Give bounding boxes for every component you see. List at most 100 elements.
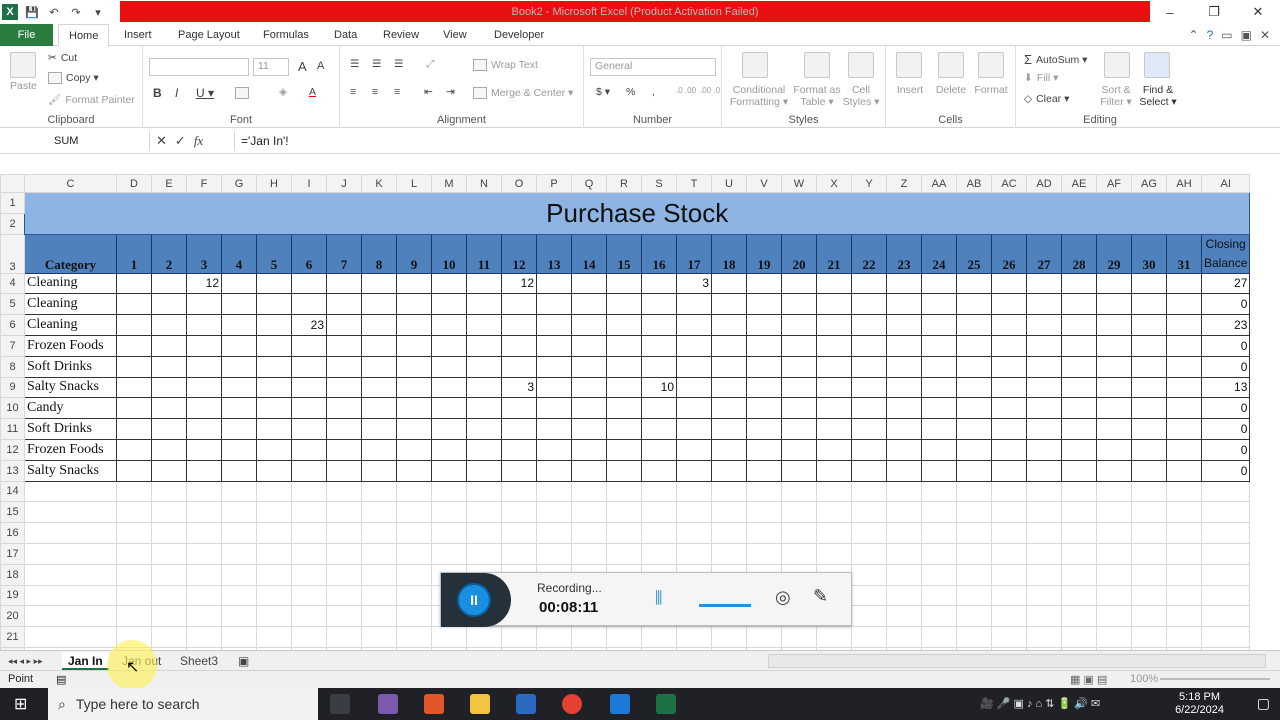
empty-cell[interactable] (781, 480, 817, 503)
day-value-cell[interactable] (1096, 314, 1132, 336)
excel-taskbar-icon[interactable] (656, 694, 676, 714)
day-value-cell[interactable] (536, 418, 572, 440)
day-value-cell[interactable] (571, 418, 607, 440)
empty-cell[interactable] (221, 626, 257, 648)
empty-cell[interactable] (1096, 522, 1132, 544)
empty-cell[interactable] (536, 542, 572, 565)
italic-button[interactable]: I (175, 86, 178, 100)
day-value-cell[interactable] (1131, 459, 1167, 482)
day-value-cell[interactable] (536, 459, 572, 482)
column-header[interactable]: F (186, 174, 222, 193)
empty-cell[interactable] (746, 542, 782, 565)
day-value-cell[interactable] (606, 376, 642, 399)
day-value-cell[interactable] (606, 334, 642, 357)
empty-cell[interactable] (1026, 542, 1062, 565)
closing-balance-header[interactable]: Closing Balance (1200, 233, 1251, 274)
empty-cell[interactable] (361, 542, 397, 565)
empty-cell[interactable] (1131, 501, 1167, 524)
day-value-cell[interactable] (221, 355, 257, 378)
day-value-cell[interactable] (431, 459, 467, 482)
empty-cell[interactable] (956, 501, 992, 524)
empty-cell[interactable] (431, 522, 467, 544)
empty-cell[interactable] (1166, 480, 1202, 503)
webcam-icon[interactable]: ◎ (775, 587, 791, 608)
day-value-cell[interactable] (921, 459, 957, 482)
empty-cell[interactable] (1131, 605, 1167, 628)
recorder-app-icon[interactable] (610, 694, 630, 714)
day-value-cell[interactable] (746, 459, 782, 482)
day-header[interactable]: 10 (431, 233, 467, 274)
undo-icon[interactable]: ↶ (46, 4, 62, 20)
empty-cell[interactable] (536, 522, 572, 544)
empty-cell[interactable] (186, 626, 222, 648)
sheet-title[interactable]: Purchase Stock (23, 192, 1251, 235)
day-value-cell[interactable] (466, 418, 502, 440)
empty-cell[interactable] (396, 584, 432, 607)
empty-cell[interactable] (606, 626, 642, 648)
day-value-cell[interactable] (151, 376, 187, 399)
conditional-formatting-button[interactable]: Conditional Formatting ▾ (724, 84, 794, 108)
minimize-button[interactable]: – (1148, 0, 1192, 24)
macro-record-icon[interactable]: ▤ (56, 673, 66, 686)
empty-cell[interactable] (24, 542, 117, 565)
day-value-cell[interactable] (641, 418, 677, 440)
new-sheet-icon[interactable]: ▣ (232, 652, 255, 670)
day-value-cell[interactable] (991, 334, 1027, 357)
day-value-cell[interactable] (466, 376, 502, 399)
day-value-cell[interactable] (956, 459, 992, 482)
day-value-cell[interactable] (571, 397, 607, 420)
day-value-cell[interactable] (641, 314, 677, 336)
day-header[interactable]: 22 (851, 233, 887, 274)
day-value-cell[interactable] (221, 459, 257, 482)
day-value-cell[interactable] (816, 459, 852, 482)
empty-cell[interactable] (606, 501, 642, 524)
empty-cell[interactable] (1096, 480, 1132, 503)
day-value-cell[interactable] (991, 397, 1027, 420)
day-value-cell[interactable] (1166, 314, 1202, 336)
empty-cell[interactable] (291, 480, 327, 503)
empty-cell[interactable] (676, 480, 712, 503)
day-value-cell[interactable] (1061, 314, 1097, 336)
column-header[interactable]: Q (571, 174, 607, 193)
day-value-cell[interactable] (116, 314, 152, 336)
sheet-tab-sheet3[interactable]: Sheet3 (174, 652, 224, 670)
day-value-cell[interactable] (396, 418, 432, 440)
day-value-cell[interactable] (1131, 314, 1167, 336)
day-value-cell[interactable] (151, 438, 187, 461)
day-value-cell[interactable] (956, 355, 992, 378)
day-value-cell[interactable] (711, 397, 747, 420)
empty-cell[interactable] (886, 480, 922, 503)
row-header[interactable]: 21 (0, 626, 25, 648)
day-value-cell[interactable] (851, 376, 887, 399)
empty-cell[interactable] (1096, 605, 1132, 628)
day-value-cell[interactable] (116, 293, 152, 316)
empty-cell[interactable] (116, 542, 152, 565)
empty-cell[interactable] (466, 542, 502, 565)
empty-cell[interactable] (991, 501, 1027, 524)
empty-cell[interactable] (396, 563, 432, 586)
day-value-cell[interactable] (186, 376, 222, 399)
tab-page-layout[interactable]: Page Layout (168, 24, 250, 46)
empty-cell[interactable] (256, 605, 292, 628)
tab-data[interactable]: Data (324, 24, 367, 46)
day-value-cell[interactable] (711, 334, 747, 357)
day-value-cell[interactable] (991, 314, 1027, 336)
day-value-cell[interactable] (851, 314, 887, 336)
empty-cell[interactable] (501, 542, 537, 565)
day-value-cell[interactable] (1096, 397, 1132, 420)
day-value-cell[interactable] (466, 459, 502, 482)
category-cell[interactable]: Frozen Foods (24, 334, 117, 357)
tab-home[interactable]: Home (58, 24, 110, 47)
day-value-cell[interactable] (746, 397, 782, 420)
empty-cell[interactable] (221, 584, 257, 607)
day-value-cell[interactable] (606, 459, 642, 482)
day-value-cell[interactable] (1096, 376, 1132, 399)
column-header[interactable]: W (781, 174, 817, 193)
empty-cell[interactable] (1131, 480, 1167, 503)
day-value-cell[interactable] (921, 376, 957, 399)
day-header[interactable]: 13 (536, 233, 572, 274)
day-value-cell[interactable] (571, 459, 607, 482)
empty-cell[interactable] (221, 605, 257, 628)
column-header[interactable]: C (24, 174, 117, 193)
day-value-cell[interactable] (851, 438, 887, 461)
